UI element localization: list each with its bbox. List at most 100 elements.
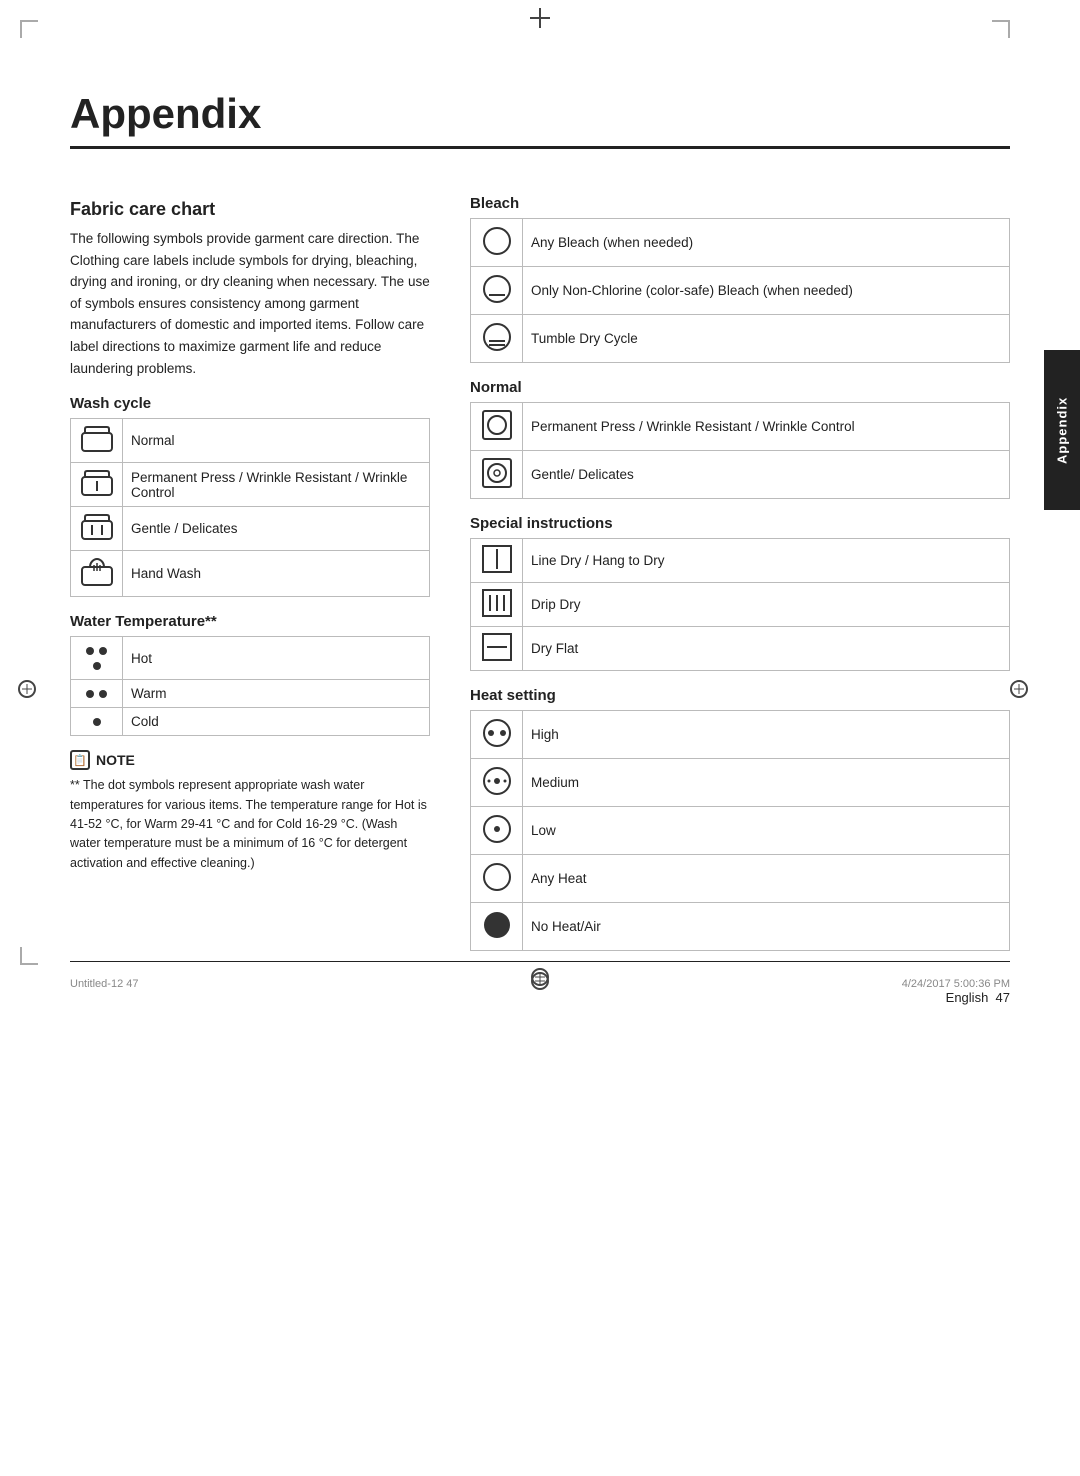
heat-any-icon (481, 861, 513, 893)
note-text: ** The dot symbols represent appropriate… (70, 776, 430, 873)
table-row: Warm (71, 680, 430, 708)
heat-medium-label: Medium (523, 759, 1010, 807)
note-box: 📋 NOTE ** The dot symbols represent appr… (70, 750, 430, 873)
special-table: Line Dry / Hang to Dry Drip Dry (470, 538, 1010, 671)
heat-none-icon-cell (471, 903, 523, 951)
heat-any-label: Any Heat (523, 855, 1010, 903)
bleach-non-chlorine-icon (481, 273, 513, 305)
normal-wash-icon (80, 425, 114, 453)
table-row: Any Heat (471, 855, 1010, 903)
table-row: Cold (71, 708, 430, 736)
wash-normal-label: Normal (123, 419, 430, 463)
wash-perm-icon-cell (71, 463, 123, 507)
warm-icon-cell (71, 680, 123, 708)
corner-mark-tr (992, 20, 1010, 38)
line-hang-icon (482, 545, 512, 573)
heat-table: High Medium (470, 710, 1010, 951)
table-row: Hand Wash (71, 551, 430, 597)
wash-cycle-heading: Wash cycle (70, 395, 430, 412)
bleach-no-label: Tumble Dry Cycle (523, 315, 1010, 363)
gentle-dryer-label: Gentle/ Delicates (523, 451, 1010, 499)
corner-mark-bl (20, 947, 38, 965)
cold-icon-cell (71, 708, 123, 736)
special-heading: Special instructions (470, 515, 1010, 532)
footer-crosshair (531, 972, 549, 994)
dry-flat-label: Dry Flat (523, 627, 1010, 671)
water-temp-table: Hot Warm Cold (70, 636, 430, 736)
cold-label: Cold (123, 708, 430, 736)
heat-low-icon-cell (471, 807, 523, 855)
line-hang-label: Line Dry / Hang to Dry (523, 539, 1010, 583)
table-row: Only Non-Chlorine (color-safe) Bleach (w… (471, 267, 1010, 315)
table-row: No Heat/Air (471, 903, 1010, 951)
drip-dry-icon (482, 589, 512, 617)
wash-perm-label: Permanent Press / Wrinkle Resistant / Wr… (123, 463, 430, 507)
dot (93, 718, 101, 726)
heat-medium-icon-cell (471, 759, 523, 807)
gentle-dryer-icon-cell (471, 451, 523, 499)
table-row: Any Bleach (when needed) (471, 219, 1010, 267)
heat-high-icon-cell (471, 711, 523, 759)
gentle-dryer-icon (481, 457, 513, 489)
dot (86, 690, 94, 698)
main-content: Fabric care chart The following symbols … (70, 179, 1010, 965)
heat-high-label: High (523, 711, 1010, 759)
dry-flat-icon (482, 633, 512, 661)
heat-low-icon (481, 813, 513, 845)
bleach-table: Any Bleach (when needed) Only Non-Chlori… (470, 218, 1010, 363)
wash-hand-icon-cell (71, 551, 123, 597)
left-column: Fabric care chart The following symbols … (70, 179, 430, 965)
heat-low-label: Low (523, 807, 1010, 855)
bleach-any-icon-cell (471, 219, 523, 267)
right-column: Bleach Any Bleach (when needed) (470, 179, 1010, 965)
table-row: Normal (71, 419, 430, 463)
page-footer: Untitled-12 47 4/24/2017 5:00:36 PM Engl… (70, 961, 1010, 1005)
table-row: Gentle/ Delicates (471, 451, 1010, 499)
heat-any-icon-cell (471, 855, 523, 903)
table-row: Medium (471, 759, 1010, 807)
dot (93, 662, 101, 670)
wash-hand-label: Hand Wash (123, 551, 430, 597)
table-row: Low (471, 807, 1010, 855)
heat-medium-icon (481, 765, 513, 797)
line-hang-icon-cell (471, 539, 523, 583)
table-row: Drip Dry (471, 583, 1010, 627)
perm-press-wash-icon (80, 469, 114, 497)
normal-dryer-icon (481, 409, 513, 441)
table-row: High (471, 711, 1010, 759)
table-row: Permanent Press / Wrinkle Resistant / Wr… (471, 403, 1010, 451)
note-label: NOTE (96, 752, 135, 768)
hot-label: Hot (123, 637, 430, 680)
crosshair-top (530, 8, 550, 28)
fabric-care-desc: The following symbols provide garment ca… (70, 228, 430, 379)
crosshair-right (1010, 680, 1028, 702)
fabric-care-heading: Fabric care chart (70, 199, 430, 220)
sidebar-tab: Appendix (1044, 350, 1080, 510)
bleach-non-chlorine-icon-cell (471, 267, 523, 315)
note-heading: 📋 NOTE (70, 750, 430, 770)
dry-flat-icon-cell (471, 627, 523, 671)
drip-dry-label: Drip Dry (523, 583, 1010, 627)
table-row: Gentle / Delicates (71, 507, 430, 551)
heat-none-icon (481, 909, 513, 941)
table-row: Hot (71, 637, 430, 680)
bleach-any-label: Any Bleach (when needed) (523, 219, 1010, 267)
water-temp-heading: Water Temperature** (70, 613, 430, 630)
footer-lang: English (946, 990, 989, 1005)
bleach-no-icon-cell (471, 315, 523, 363)
footer-rule (70, 961, 1010, 962)
wash-normal-icon-cell (71, 419, 123, 463)
footer-page: 47 (996, 990, 1010, 1005)
heat-none-label: No Heat/Air (523, 903, 1010, 951)
normal-table: Permanent Press / Wrinkle Resistant / Wr… (470, 402, 1010, 499)
corner-mark-tl (20, 20, 38, 38)
hand-wash-icon (80, 557, 114, 587)
sidebar-tab-label: Appendix (1055, 396, 1070, 463)
table-row: Tumble Dry Cycle (471, 315, 1010, 363)
bleach-non-chlorine-label: Only Non-Chlorine (color-safe) Bleach (w… (523, 267, 1010, 315)
crosshair-left (18, 680, 36, 702)
wash-cycle-table: Normal Permanent Press / Wrinkle Resista… (70, 418, 430, 597)
normal-dryer-icon-cell (471, 403, 523, 451)
normal-heading: Normal (470, 379, 1010, 396)
page-container: Appendix Fabric care chart The following… (0, 0, 1080, 1045)
